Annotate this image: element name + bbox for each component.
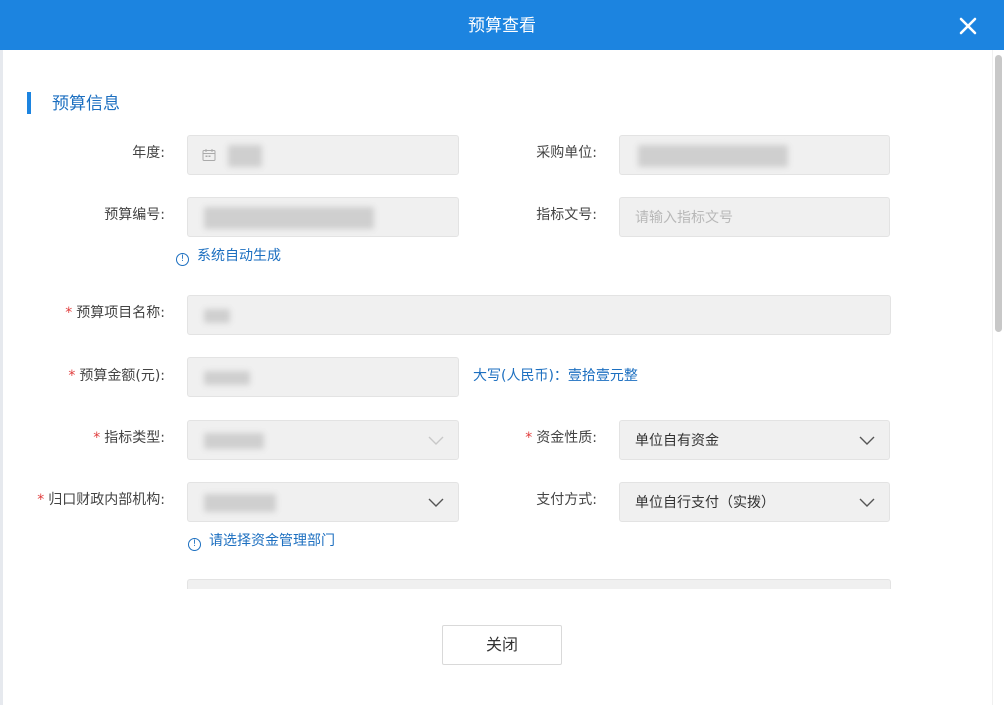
year-label: 年度: (132, 145, 165, 161)
required-mark: * (65, 305, 73, 321)
budget-code-hint-text: 系统自动生成 (197, 248, 281, 264)
redacted-amount (204, 371, 250, 385)
left-border (0, 50, 3, 705)
index-type-select[interactable] (187, 420, 459, 460)
finance-dept-hint-text: 请选择资金管理部门 (209, 533, 335, 549)
info-icon: ! (188, 538, 201, 551)
required-mark: * (93, 430, 101, 446)
chevron-down-icon (859, 436, 875, 446)
payment-method-label: 支付方式: (536, 492, 597, 508)
chevron-down-icon (859, 498, 875, 508)
amount-field[interactable] (187, 357, 459, 397)
dialog-header: 预算查看 (0, 0, 1004, 50)
year-field[interactable] (187, 135, 459, 175)
project-name-label: * 预算项目名称: (40, 303, 165, 323)
purchase-unit-label: 采购单位: (536, 145, 597, 161)
purchase-unit-field[interactable] (619, 135, 890, 175)
redacted-year (228, 145, 262, 167)
redacted-finance-dept (204, 494, 276, 512)
index-doc-label: 指标文号: (536, 207, 597, 223)
project-name-field[interactable] (187, 295, 891, 335)
amount-label: * 预算金额(元): (40, 366, 165, 386)
fund-nature-label: * 资金性质: (480, 428, 597, 448)
finance-dept-select[interactable] (187, 482, 459, 522)
scrollbar-thumb[interactable] (995, 55, 1002, 332)
chevron-down-icon (428, 498, 444, 508)
amount-label-text: 预算金额(元): (79, 368, 165, 384)
finance-dept-label-text: 归口财政内部机构: (48, 492, 165, 508)
close-button[interactable]: 关闭 (442, 625, 562, 665)
redacted-budget-code (204, 207, 374, 229)
calendar-icon (202, 148, 216, 166)
index-doc-input[interactable]: 请输入指标文号 (619, 197, 890, 237)
index-type-label: * 指标类型: (40, 428, 165, 448)
fund-nature-label-text: 资金性质: (536, 430, 597, 446)
fund-nature-value: 单位自有资金 (635, 433, 719, 449)
required-mark: * (37, 492, 45, 508)
finance-dept-hint: ! 请选择资金管理部门 (188, 531, 335, 551)
info-icon: ! (176, 253, 189, 266)
index-doc-placeholder: 请输入指标文号 (635, 210, 733, 226)
section-accent-bar (27, 92, 31, 114)
redacted-purchase-unit (638, 145, 788, 167)
required-mark: * (525, 430, 533, 446)
finance-dept-label: * 归口财政内部机构: (10, 490, 165, 510)
fund-nature-select[interactable]: 单位自有资金 (619, 420, 890, 460)
close-icon[interactable] (959, 17, 977, 35)
redacted-project-name (204, 309, 230, 323)
dialog-title: 预算查看 (468, 16, 536, 36)
budget-code-label: 预算编号: (104, 207, 165, 223)
section-title: 预算信息 (52, 94, 120, 114)
project-name-label-text: 预算项目名称: (76, 305, 165, 321)
payment-method-value: 单位自行支付（实拨） (635, 495, 775, 511)
budget-code-field[interactable] (187, 197, 459, 237)
chevron-down-icon (428, 436, 444, 446)
next-field-partial[interactable] (187, 579, 891, 589)
budget-code-hint: ! 系统自动生成 (176, 246, 281, 266)
payment-method-select[interactable]: 单位自行支付（实拨） (619, 482, 890, 522)
required-mark: * (68, 368, 76, 384)
redacted-index-type (204, 433, 264, 449)
amount-capital-text: 大写(人民币)：壹拾壹元整 (473, 368, 638, 384)
index-type-label-text: 指标类型: (104, 430, 165, 446)
